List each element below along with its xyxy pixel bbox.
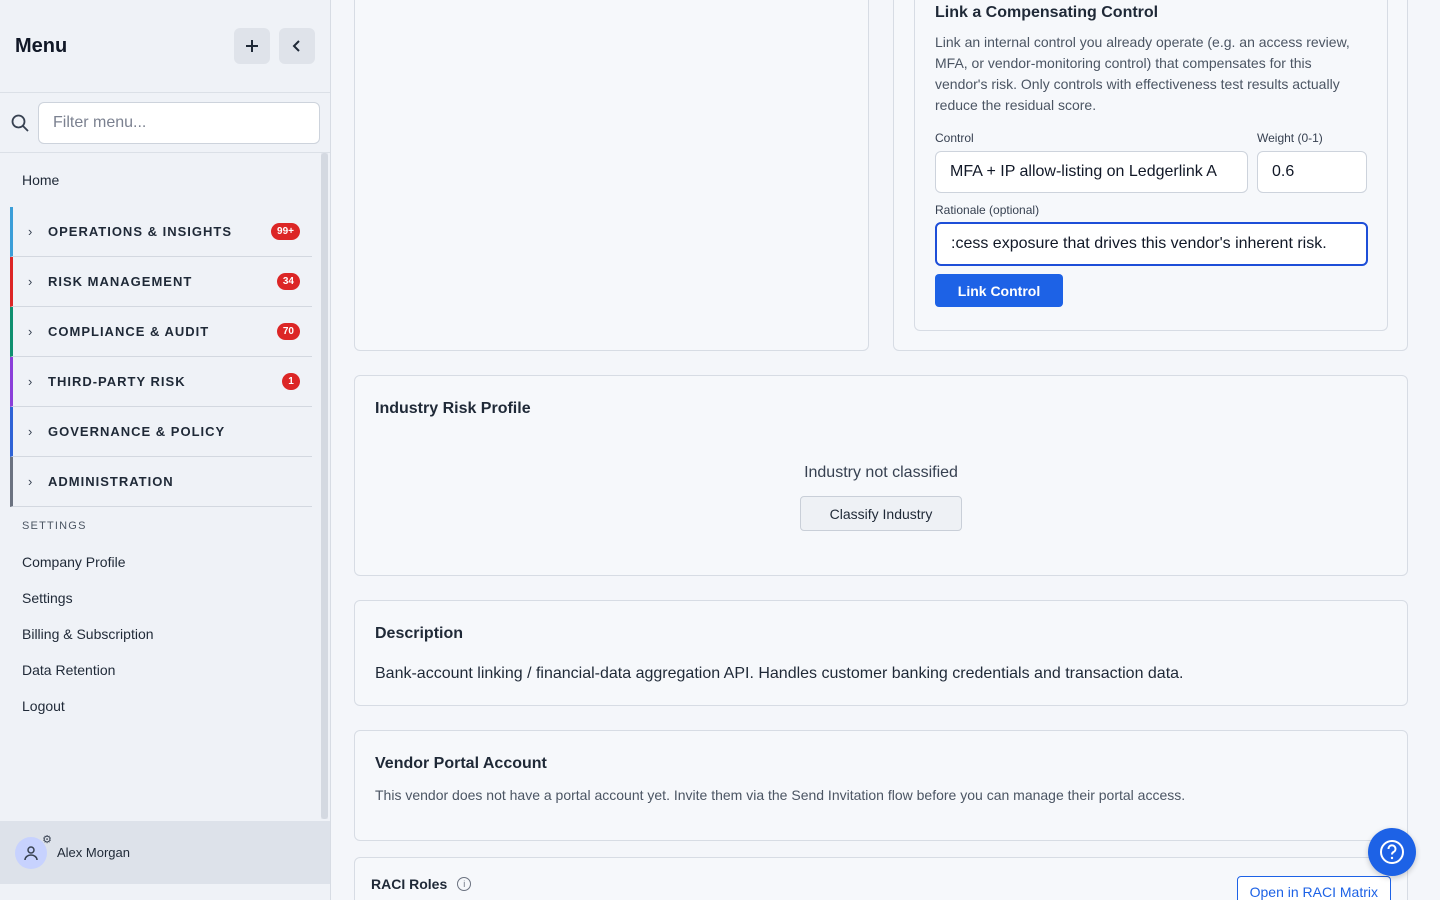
control-label: Control: [935, 131, 974, 145]
upper-left-card: [354, 0, 869, 351]
count-badge: 70: [276, 323, 300, 340]
nav-group-label: THIRD-PARTY RISK: [48, 374, 186, 389]
rationale-input[interactable]: :cess exposure that drives this vendor's…: [935, 222, 1368, 266]
open-raci-matrix-button[interactable]: Open in RACI Matrix: [1236, 876, 1391, 900]
industry-title: Industry Risk Profile: [375, 400, 531, 417]
compensating-control-card: Link a Compensating Control Link an inte…: [893, 0, 1408, 351]
nav-group-governance-policy[interactable]: › GOVERNANCE & POLICY: [10, 407, 312, 457]
info-icon[interactable]: i: [457, 877, 472, 891]
classify-industry-button[interactable]: Classify Industry: [800, 496, 962, 531]
control-input[interactable]: MFA + IP allow-listing on Ledgerlink A: [935, 151, 1248, 193]
nav-group-label: OPERATIONS & INSIGHTS: [48, 224, 232, 239]
sidebar-nav: Home › OPERATIONS & INSIGHTS 99+ › RISK MANA…: [0, 153, 322, 821]
settings-item-company-profile[interactable]: Company Profile: [0, 544, 322, 580]
nav-group-compliance-audit[interactable]: › COMPLIANCE & AUDIT 70: [10, 307, 312, 357]
chevron-right-icon: ›: [28, 274, 33, 289]
raci-card: RACI Roles i Open in RACI Matrix: [354, 857, 1408, 900]
filter-menu-input[interactable]: [38, 101, 320, 144]
plus-icon: [246, 40, 258, 52]
sidebar-title: Menu: [15, 34, 68, 57]
portal-text: This vendor does not have a portal accou…: [375, 787, 1186, 803]
help-button[interactable]: [1368, 828, 1416, 876]
link-control-button[interactable]: Link Control: [935, 274, 1063, 307]
search-icon: [11, 114, 29, 132]
filter-row: [0, 93, 330, 153]
rationale-label: Rationale (optional): [935, 203, 1040, 217]
main-content: Link a Compensating Control Link an inte…: [331, 0, 1440, 900]
chevron-right-icon: ›: [28, 224, 33, 239]
settings-item-data-retention[interactable]: Data Retention: [0, 652, 322, 688]
weight-input[interactable]: 0.6: [1257, 151, 1367, 193]
vendor-portal-card: Vendor Portal Account This vendor does n…: [354, 730, 1408, 841]
description-text: Bank-account linking / financial-data ag…: [375, 665, 1184, 682]
user-icon: [24, 845, 38, 860]
count-badge: 99+: [271, 223, 300, 240]
nav-home[interactable]: Home: [0, 153, 322, 207]
nav-group-third-party-risk[interactable]: › THIRD-PARTY RISK 1: [10, 357, 312, 407]
industry-status: Industry not classified: [804, 464, 958, 481]
weight-label: Weight (0-1): [1257, 131, 1323, 145]
nav-group-risk-management[interactable]: › RISK MANAGEMENT 34: [10, 257, 312, 307]
nav-group-label: ADMINISTRATION: [48, 474, 174, 489]
description-card: Description Bank-account linking / finan…: [354, 600, 1408, 706]
raci-title-row: RACI Roles i: [371, 876, 472, 892]
user-name: Alex Morgan: [57, 845, 130, 860]
settings-item-settings[interactable]: Settings: [0, 580, 322, 616]
nav-group-operations-insights[interactable]: › OPERATIONS & INSIGHTS 99+: [10, 207, 312, 257]
description-title: Description: [375, 625, 464, 642]
settings-item-billing-subscription[interactable]: Billing & Subscription: [0, 616, 322, 652]
nav-group-label: RISK MANAGEMENT: [48, 274, 193, 289]
nav-group-label: GOVERNANCE & POLICY: [48, 424, 226, 439]
chevron-right-icon: ›: [28, 424, 33, 439]
nav-group-label: COMPLIANCE & AUDIT: [48, 324, 210, 339]
count-badge: 1: [282, 373, 300, 390]
user-profile[interactable]: ⚙ Alex Morgan: [0, 821, 330, 884]
add-button[interactable]: [234, 28, 270, 64]
raci-title: RACI Roles: [371, 876, 448, 892]
chevron-right-icon: ›: [28, 374, 33, 389]
link-control-title: Link a Compensating Control: [935, 4, 1159, 21]
sidebar-scrollbar[interactable]: [321, 153, 328, 819]
gear-icon: ⚙: [42, 833, 52, 846]
help-icon: [1380, 840, 1404, 864]
sidebar: Menu Home › OPERATIONS & INSIGHTS 99+ › RISK…: [0, 0, 331, 900]
settings-item-logout[interactable]: Logout: [0, 688, 322, 724]
chevron-left-icon: [292, 40, 300, 52]
sidebar-header: Menu: [0, 0, 330, 93]
settings-heading: SETTINGS: [22, 520, 87, 532]
avatar[interactable]: ⚙: [15, 834, 52, 869]
nav-group-administration[interactable]: › ADMINISTRATION: [10, 457, 312, 507]
link-control-panel: Link a Compensating Control Link an inte…: [914, 0, 1388, 331]
chevron-right-icon: ›: [28, 474, 33, 489]
chevron-right-icon: ›: [28, 324, 33, 339]
industry-risk-card: Industry Risk Profile Industry not class…: [354, 375, 1408, 576]
sidebar-scrollbar-thumb[interactable]: [321, 153, 328, 819]
portal-title: Vendor Portal Account: [375, 755, 547, 772]
count-badge: 34: [276, 273, 300, 290]
link-control-description: Link an internal control you already ope…: [935, 34, 1350, 113]
collapse-sidebar-button[interactable]: [279, 28, 315, 64]
